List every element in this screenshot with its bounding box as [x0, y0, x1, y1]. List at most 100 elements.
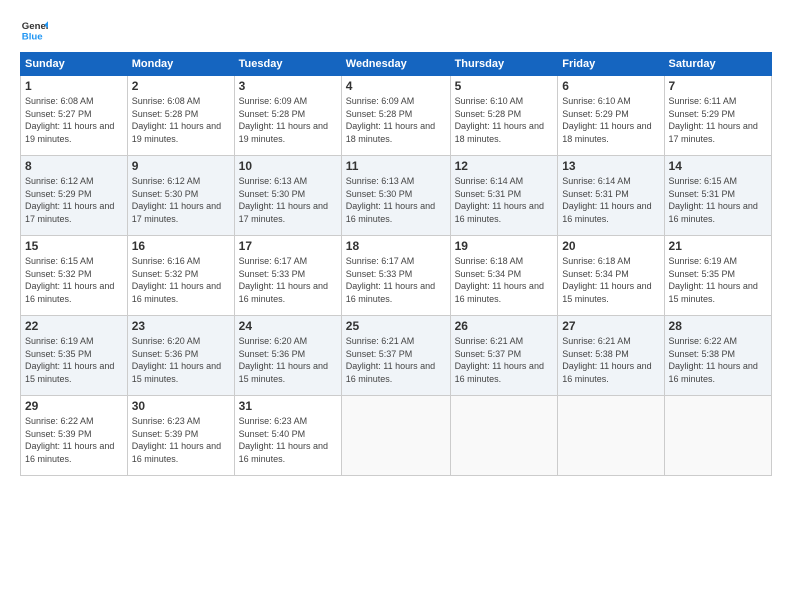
- day-info: Sunrise: 6:17 AMSunset: 5:33 PMDaylight:…: [346, 255, 446, 305]
- calendar-day-cell: 5Sunrise: 6:10 AMSunset: 5:28 PMDaylight…: [450, 76, 558, 156]
- day-number: 17: [239, 239, 337, 253]
- day-info: Sunrise: 6:20 AMSunset: 5:36 PMDaylight:…: [132, 335, 230, 385]
- calendar-day-cell: 2Sunrise: 6:08 AMSunset: 5:28 PMDaylight…: [127, 76, 234, 156]
- day-number: 2: [132, 79, 230, 93]
- calendar-day-cell: 31 Sunrise: 6:23 AMSunset: 5:40 PMDayligh…: [234, 396, 341, 476]
- calendar-week-row: 1Sunrise: 6:08 AMSunset: 5:27 PMDaylight…: [21, 76, 772, 156]
- calendar-week-row: 8 Sunrise: 6:12 AMSunset: 5:29 PMDaylight…: [21, 156, 772, 236]
- day-number: 9: [132, 159, 230, 173]
- day-info: Sunrise: 6:15 AMSunset: 5:32 PMDaylight:…: [25, 255, 123, 305]
- calendar-day-cell: 30 Sunrise: 6:23 AMSunset: 5:39 PMDayligh…: [127, 396, 234, 476]
- calendar-day-cell: 3 Sunrise: 6:09 AMSunset: 5:28 PMDaylight…: [234, 76, 341, 156]
- day-info: Sunrise: 6:21 AMSunset: 5:38 PMDaylight:…: [562, 335, 659, 385]
- calendar-day-cell: 23 Sunrise: 6:20 AMSunset: 5:36 PMDayligh…: [127, 316, 234, 396]
- day-number: 10: [239, 159, 337, 173]
- calendar-day-cell: 4 Sunrise: 6:09 AMSunset: 5:28 PMDaylight…: [341, 76, 450, 156]
- day-info: Sunrise: 6:12 AMSunset: 5:30 PMDaylight:…: [132, 175, 230, 225]
- day-info: Sunrise: 6:10 AMSunset: 5:29 PMDaylight:…: [562, 95, 659, 145]
- day-info: Sunrise: 6:19 AMSunset: 5:35 PMDaylight:…: [25, 335, 123, 385]
- day-info: Sunrise: 6:18 AMSunset: 5:34 PMDaylight:…: [562, 255, 659, 305]
- day-number: 31: [239, 399, 337, 413]
- day-info: Sunrise: 6:17 AMSunset: 5:33 PMDaylight:…: [239, 255, 337, 305]
- day-number: 13: [562, 159, 659, 173]
- calendar-day-cell: [558, 396, 664, 476]
- day-number: 24: [239, 319, 337, 333]
- calendar-week-row: 22 Sunrise: 6:19 AMSunset: 5:35 PMDayligh…: [21, 316, 772, 396]
- calendar-day-cell: 6 Sunrise: 6:10 AMSunset: 5:29 PMDaylight…: [558, 76, 664, 156]
- svg-text:General: General: [22, 21, 48, 32]
- day-info: Sunrise: 6:10 AMSunset: 5:28 PMDaylight:…: [455, 95, 554, 145]
- calendar-page: General Blue SundayMondayTuesdayWednesda…: [0, 0, 792, 612]
- calendar-table: SundayMondayTuesdayWednesdayThursdayFrid…: [20, 52, 772, 476]
- logo-icon: General Blue: [20, 16, 48, 44]
- calendar-week-row: 29Sunrise: 6:22 AMSunset: 5:39 PMDayligh…: [21, 396, 772, 476]
- header: General Blue: [20, 16, 772, 44]
- day-number: 14: [669, 159, 767, 173]
- calendar-day-cell: 1Sunrise: 6:08 AMSunset: 5:27 PMDaylight…: [21, 76, 128, 156]
- calendar-day-cell: 24Sunrise: 6:20 AMSunset: 5:36 PMDayligh…: [234, 316, 341, 396]
- calendar-day-cell: 7Sunrise: 6:11 AMSunset: 5:29 PMDaylight…: [664, 76, 771, 156]
- calendar-day-header: Monday: [127, 53, 234, 76]
- calendar-day-cell: 9 Sunrise: 6:12 AMSunset: 5:30 PMDaylight…: [127, 156, 234, 236]
- day-number: 4: [346, 79, 446, 93]
- day-info: Sunrise: 6:18 AMSunset: 5:34 PMDaylight:…: [455, 255, 554, 305]
- calendar-day-header: Saturday: [664, 53, 771, 76]
- day-info: Sunrise: 6:13 AMSunset: 5:30 PMDaylight:…: [239, 175, 337, 225]
- day-info: Sunrise: 6:08 AMSunset: 5:27 PMDaylight:…: [25, 95, 123, 145]
- day-number: 3: [239, 79, 337, 93]
- day-number: 22: [25, 319, 123, 333]
- day-number: 15: [25, 239, 123, 253]
- calendar-day-cell: 18Sunrise: 6:17 AMSunset: 5:33 PMDayligh…: [341, 236, 450, 316]
- calendar-week-row: 15 Sunrise: 6:15 AMSunset: 5:32 PMDayligh…: [21, 236, 772, 316]
- day-number: 20: [562, 239, 659, 253]
- day-info: Sunrise: 6:23 AMSunset: 5:40 PMDaylight:…: [239, 415, 337, 465]
- day-number: 25: [346, 319, 446, 333]
- day-info: Sunrise: 6:12 AMSunset: 5:29 PMDaylight:…: [25, 175, 123, 225]
- day-info: Sunrise: 6:23 AMSunset: 5:39 PMDaylight:…: [132, 415, 230, 465]
- day-number: 28: [669, 319, 767, 333]
- day-number: 6: [562, 79, 659, 93]
- calendar-day-cell: 8 Sunrise: 6:12 AMSunset: 5:29 PMDaylight…: [21, 156, 128, 236]
- calendar-day-cell: 16 Sunrise: 6:16 AMSunset: 5:32 PMDayligh…: [127, 236, 234, 316]
- day-number: 8: [25, 159, 123, 173]
- day-info: Sunrise: 6:22 AMSunset: 5:39 PMDaylight:…: [25, 415, 123, 465]
- calendar-day-header: Thursday: [450, 53, 558, 76]
- day-number: 23: [132, 319, 230, 333]
- calendar-day-cell: 12 Sunrise: 6:14 AMSunset: 5:31 PMDayligh…: [450, 156, 558, 236]
- day-info: Sunrise: 6:09 AMSunset: 5:28 PMDaylight:…: [346, 95, 446, 145]
- day-info: Sunrise: 6:15 AMSunset: 5:31 PMDaylight:…: [669, 175, 767, 225]
- calendar-day-cell: 10 Sunrise: 6:13 AMSunset: 5:30 PMDayligh…: [234, 156, 341, 236]
- calendar-day-header: Tuesday: [234, 53, 341, 76]
- day-number: 27: [562, 319, 659, 333]
- day-info: Sunrise: 6:21 AMSunset: 5:37 PMDaylight:…: [455, 335, 554, 385]
- calendar-day-cell: 14 Sunrise: 6:15 AMSunset: 5:31 PMDayligh…: [664, 156, 771, 236]
- day-number: 26: [455, 319, 554, 333]
- day-info: Sunrise: 6:14 AMSunset: 5:31 PMDaylight:…: [455, 175, 554, 225]
- day-info: Sunrise: 6:09 AMSunset: 5:28 PMDaylight:…: [239, 95, 337, 145]
- calendar-day-cell: 26 Sunrise: 6:21 AMSunset: 5:37 PMDayligh…: [450, 316, 558, 396]
- calendar-day-header: Wednesday: [341, 53, 450, 76]
- day-info: Sunrise: 6:11 AMSunset: 5:29 PMDaylight:…: [669, 95, 767, 145]
- day-number: 16: [132, 239, 230, 253]
- day-info: Sunrise: 6:16 AMSunset: 5:32 PMDaylight:…: [132, 255, 230, 305]
- day-number: 19: [455, 239, 554, 253]
- calendar-day-cell: 25 Sunrise: 6:21 AMSunset: 5:37 PMDayligh…: [341, 316, 450, 396]
- calendar-day-cell: 29Sunrise: 6:22 AMSunset: 5:39 PMDayligh…: [21, 396, 128, 476]
- calendar-day-cell: 27 Sunrise: 6:21 AMSunset: 5:38 PMDayligh…: [558, 316, 664, 396]
- calendar-day-cell: 13 Sunrise: 6:14 AMSunset: 5:31 PMDayligh…: [558, 156, 664, 236]
- calendar-day-cell: 17 Sunrise: 6:17 AMSunset: 5:33 PMDayligh…: [234, 236, 341, 316]
- calendar-day-cell: [664, 396, 771, 476]
- svg-text:Blue: Blue: [22, 32, 43, 43]
- day-number: 12: [455, 159, 554, 173]
- calendar-day-header: Sunday: [21, 53, 128, 76]
- day-info: Sunrise: 6:19 AMSunset: 5:35 PMDaylight:…: [669, 255, 767, 305]
- day-info: Sunrise: 6:14 AMSunset: 5:31 PMDaylight:…: [562, 175, 659, 225]
- calendar-header-row: SundayMondayTuesdayWednesdayThursdayFrid…: [21, 53, 772, 76]
- day-number: 11: [346, 159, 446, 173]
- calendar-day-cell: 19 Sunrise: 6:18 AMSunset: 5:34 PMDayligh…: [450, 236, 558, 316]
- calendar-day-cell: 11Sunrise: 6:13 AMSunset: 5:30 PMDayligh…: [341, 156, 450, 236]
- calendar-day-cell: [450, 396, 558, 476]
- day-info: Sunrise: 6:21 AMSunset: 5:37 PMDaylight:…: [346, 335, 446, 385]
- calendar-day-cell: 21Sunrise: 6:19 AMSunset: 5:35 PMDayligh…: [664, 236, 771, 316]
- day-number: 30: [132, 399, 230, 413]
